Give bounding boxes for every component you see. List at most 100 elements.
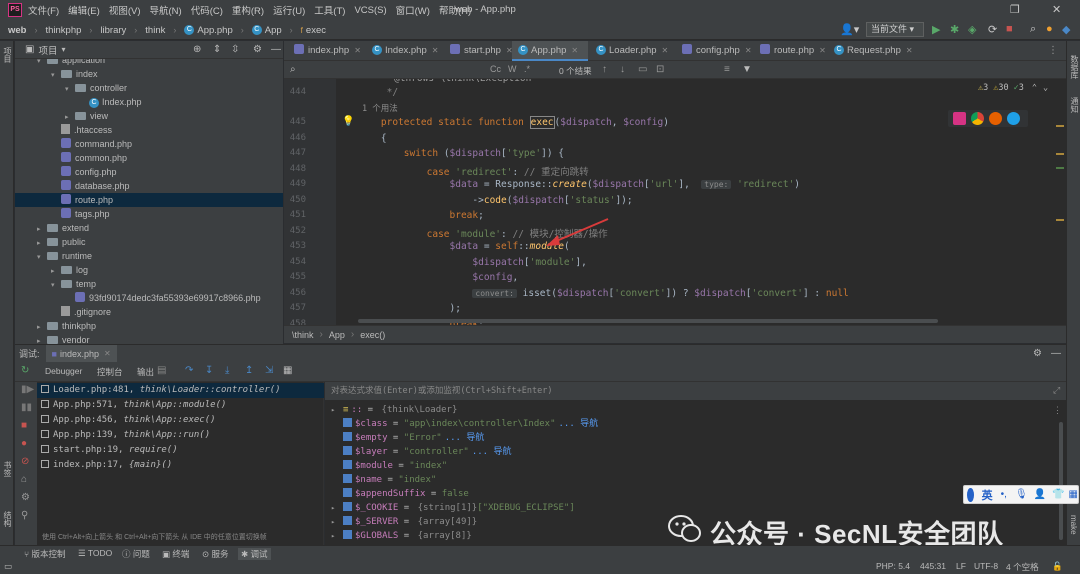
variable-navigate-link[interactable]: ... 导航 bbox=[472, 447, 512, 457]
expand-icon[interactable]: ⤢ bbox=[1053, 386, 1060, 396]
stack-frame[interactable]: index.php:17, {main}() bbox=[37, 458, 324, 473]
tool-notifications-tab[interactable]: 通知 bbox=[1069, 97, 1080, 113]
tree-item[interactable]: ▸ thinkphp bbox=[15, 319, 283, 333]
close-tab-icon[interactable]: ✕ bbox=[432, 46, 439, 55]
tree-item[interactable]: ▾ application bbox=[15, 59, 283, 67]
stop-debug-icon[interactable]: ■ bbox=[21, 420, 27, 431]
chevron-right-icon[interactable]: ▸ bbox=[331, 515, 343, 529]
menu-refactor[interactable]: 重构(R) bbox=[232, 3, 264, 17]
debug-icon[interactable]: ✱ bbox=[950, 23, 959, 36]
tree-item[interactable]: route.php bbox=[15, 193, 283, 207]
debug-settings-icon[interactable]: ⚙ bbox=[21, 492, 30, 503]
menu-run[interactable]: 运行(U) bbox=[273, 3, 305, 17]
editor-tab[interactable]: C Loader.php ✕ bbox=[590, 41, 674, 61]
menu-code[interactable]: 代码(C) bbox=[191, 3, 223, 17]
editor-tab[interactable]: route.php ✕ bbox=[754, 41, 826, 61]
pause-icon[interactable]: ▮▮ bbox=[21, 402, 32, 413]
match-case-toggle[interactable]: Cc bbox=[490, 64, 501, 74]
step-into-icon[interactable]: ↧ bbox=[205, 365, 213, 376]
breadcrumb-library[interactable]: library bbox=[100, 25, 126, 36]
usages-hint[interactable]: 1 个用法 bbox=[362, 102, 398, 114]
hide-panel-icon[interactable]: — bbox=[1051, 348, 1061, 359]
tree-item[interactable]: ▸ vendor bbox=[15, 333, 283, 344]
tool-debug[interactable]: ✱ 调试 bbox=[238, 548, 271, 560]
file-encoding[interactable]: UTF-8 bbox=[974, 561, 998, 571]
plugin-icon[interactable]: ◆ bbox=[1062, 23, 1070, 36]
editor-tab[interactable]: C Index.php ✕ bbox=[366, 41, 442, 61]
error-stripe-mark[interactable] bbox=[1056, 125, 1064, 127]
error-stripe-mark[interactable] bbox=[1056, 153, 1064, 155]
evaluate-expression-input[interactable]: 对表达式求值(Enter)或添加监视(Ctrl+Shift+Enter) bbox=[325, 382, 1066, 400]
firefox-icon[interactable] bbox=[989, 112, 1002, 125]
run-configuration-select[interactable]: 当前文件 ▾ bbox=[866, 22, 924, 37]
editor-tab[interactable]: C Request.php ✕ bbox=[828, 41, 913, 61]
more-options-icon[interactable]: ⋮ bbox=[1053, 406, 1062, 416]
editor-tab[interactable]: config.php ✕ bbox=[676, 41, 752, 61]
tree-item[interactable]: common.php bbox=[15, 151, 283, 165]
chevron-right-icon[interactable]: ▸ bbox=[331, 529, 343, 543]
phpstorm-browser-icon[interactable] bbox=[953, 112, 966, 125]
breadcrumb-project[interactable]: web bbox=[8, 25, 26, 36]
ime-user-icon[interactable]: 👤 bbox=[1034, 489, 1046, 500]
breadcrumb-class[interactable]: C App bbox=[251, 25, 282, 36]
variable-row[interactable]: $module = "index" bbox=[331, 459, 447, 473]
next-occurrence-icon[interactable]: ↓ bbox=[620, 64, 625, 75]
pin-icon[interactable]: ⚲ bbox=[21, 510, 28, 521]
inspection-widget[interactable]: ⚠ 3 ⚠ 30 ✓ 3 ⌃ ⌄ bbox=[978, 83, 1048, 93]
ime-language-toggle[interactable]: 英 bbox=[982, 487, 993, 503]
breadcrumb-file[interactable]: C App.php bbox=[184, 25, 233, 36]
breadcrumb-method[interactable]: f exec bbox=[301, 25, 326, 36]
whole-words-toggle[interactable]: W bbox=[508, 64, 517, 74]
editor-tab[interactable]: C App.php ✕ bbox=[512, 41, 588, 61]
code-editor[interactable]: 444 445 446 447 448 449 450 451 452 453 454 455 456 4… bbox=[284, 79, 1066, 325]
close-tab-icon[interactable]: ✕ bbox=[745, 46, 752, 55]
tool-bookmarks-tab[interactable]: 书签 bbox=[2, 461, 13, 477]
stack-frame[interactable]: App.php:456, think\App::exec() bbox=[37, 413, 324, 428]
breadcrumb-thinkphp[interactable]: thinkphp bbox=[45, 25, 81, 36]
close-window-icon[interactable]: ✕ bbox=[1052, 3, 1061, 16]
user-icon[interactable]: 👤▾ bbox=[840, 23, 859, 36]
settings-gear-icon[interactable]: ⚙ bbox=[1033, 348, 1042, 359]
rerun-icon[interactable]: ↻ bbox=[21, 365, 29, 376]
tab-output[interactable]: 输出 bbox=[137, 366, 154, 378]
close-tab-icon[interactable]: ✕ bbox=[104, 349, 111, 358]
tree-item[interactable]: tags.php bbox=[15, 207, 283, 221]
ime-voice-icon[interactable]: 🎙 bbox=[1015, 489, 1028, 500]
select-all-occurrences-icon[interactable]: ⊡ bbox=[656, 64, 664, 75]
step-out-icon[interactable]: ↥ bbox=[245, 365, 253, 376]
menu-view[interactable]: 视图(V) bbox=[109, 3, 141, 17]
restore-icon[interactable]: ❐ bbox=[1010, 3, 1020, 16]
find-in-selection-icon[interactable]: ▭ bbox=[638, 64, 647, 75]
close-tab-icon[interactable]: ✕ bbox=[354, 46, 361, 55]
updates-icon[interactable]: ● bbox=[1046, 23, 1053, 35]
close-tab-icon[interactable]: ✕ bbox=[819, 46, 826, 55]
debug-session-tab[interactable]: ■ index.php ✕ bbox=[45, 344, 117, 363]
close-tab-icon[interactable]: ✕ bbox=[906, 46, 913, 55]
more-tabs-icon[interactable]: ⋮ bbox=[1048, 45, 1058, 56]
mute-breakpoints-icon[interactable]: ⊘ bbox=[21, 456, 29, 467]
line-separator[interactable]: LF bbox=[956, 561, 966, 571]
stop-icon[interactable]: ■ bbox=[1006, 23, 1013, 35]
tree-item[interactable]: .gitignore bbox=[15, 305, 283, 319]
chevron-up-icon[interactable]: ⌃ bbox=[1032, 83, 1037, 93]
tool-terminal[interactable]: ▣ 终端 bbox=[162, 548, 189, 560]
status-icon[interactable]: ▭ bbox=[4, 561, 12, 572]
tool-structure-tab[interactable]: 结构 bbox=[2, 511, 13, 527]
close-tab-icon[interactable]: ✕ bbox=[662, 46, 669, 55]
lightbulb-icon[interactable]: 💡 bbox=[342, 116, 354, 127]
breadcrumb-namespace[interactable]: \think bbox=[292, 330, 314, 340]
variable-navigate-link[interactable]: ... 导航 bbox=[559, 419, 599, 429]
lock-icon[interactable]: 🔓 bbox=[1052, 561, 1063, 572]
indent-setting[interactable]: 4 个空格 bbox=[1006, 561, 1039, 573]
chevron-right-icon[interactable]: ▸ bbox=[331, 501, 343, 515]
vertical-scrollbar[interactable] bbox=[1059, 422, 1063, 540]
breadcrumb-method[interactable]: exec() bbox=[360, 330, 385, 340]
variable-row[interactable]: $appendSuffix = false bbox=[331, 487, 469, 501]
expand-all-icon[interactable]: ⇕ bbox=[213, 44, 221, 55]
collapse-all-icon[interactable]: ⇳ bbox=[231, 44, 239, 55]
ime-shirt-icon[interactable]: 👕 bbox=[1052, 489, 1064, 500]
editor-tab[interactable]: start.php ✕ bbox=[444, 41, 513, 61]
edge-icon[interactable] bbox=[1007, 112, 1020, 125]
get-thread-dump-icon[interactable]: ⌂ bbox=[21, 474, 27, 485]
ime-punctuation-icon[interactable]: •, bbox=[1001, 489, 1007, 500]
